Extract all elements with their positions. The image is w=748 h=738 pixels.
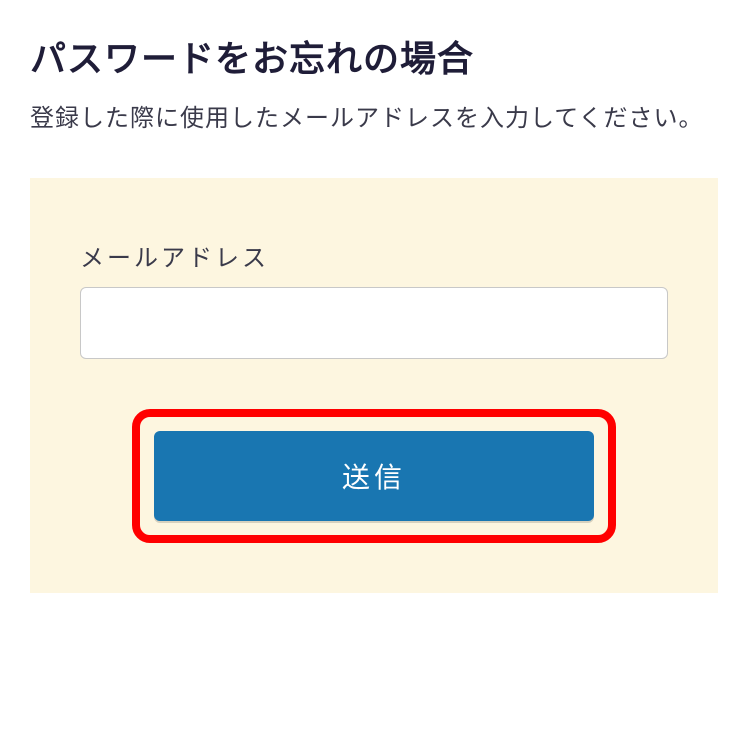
- email-field[interactable]: [80, 287, 668, 359]
- form-panel: メールアドレス 送信: [30, 178, 718, 593]
- page-title: パスワードをお忘れの場合: [30, 30, 718, 82]
- submit-button[interactable]: 送信: [154, 431, 594, 521]
- page-description: 登録した際に使用したメールアドレスを入力してください。: [30, 100, 718, 138]
- email-label: メールアドレス: [80, 238, 668, 273]
- highlight-frame: 送信: [132, 409, 616, 543]
- submit-wrapper: 送信: [80, 409, 668, 543]
